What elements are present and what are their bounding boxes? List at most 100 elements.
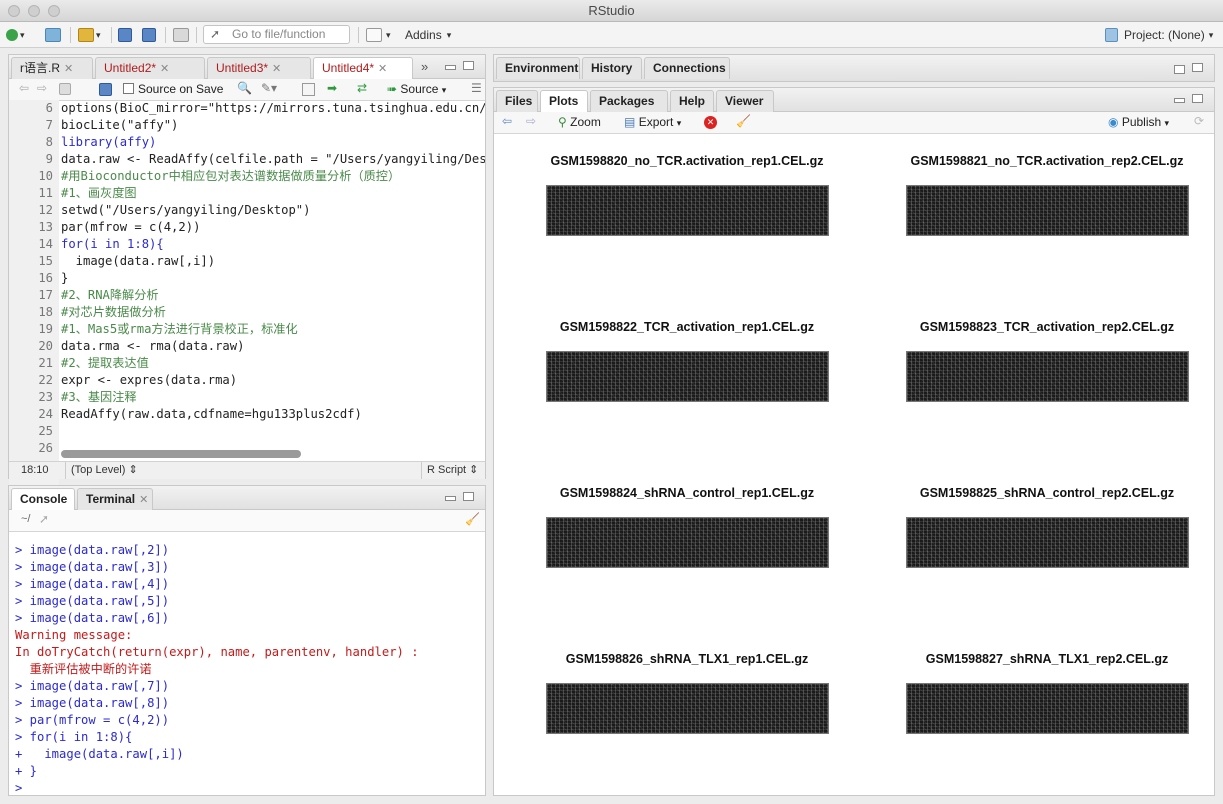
restore-pane-icon[interactable] — [1174, 65, 1185, 74]
filetype-selector[interactable]: R Script ⇕ — [427, 462, 478, 479]
back-arrow-icon[interactable]: ⇦ — [19, 81, 29, 95]
line-number: 16 — [38, 271, 53, 285]
code-text: library(affy) — [61, 135, 157, 149]
code-text: expr <- expres(data.rma) — [61, 373, 238, 387]
microarray-image — [546, 517, 829, 568]
maximize-pane-icon[interactable] — [1192, 63, 1203, 72]
tab-console[interactable]: Console — [11, 488, 75, 511]
console-output[interactable]: > image(data.raw[,2]) > image(data.raw[,3… — [9, 532, 485, 795]
console-line: > image(data.raw[,4]) — [15, 577, 170, 591]
code-text: #2、提取表达值 — [61, 356, 149, 370]
show-in-window-icon[interactable] — [59, 83, 71, 95]
goto-dir-icon[interactable]: ➚ — [39, 512, 49, 526]
console-line: > — [15, 781, 30, 795]
console-line: + } — [15, 764, 38, 778]
grid-layout-icon[interactable]: ▾ — [366, 26, 391, 44]
search-icon[interactable]: 🔍 — [237, 81, 252, 95]
publish-icon: ◉ — [1108, 115, 1119, 129]
plot-title: GSM1598826_shRNA_TLX1_rep1.CEL.gz — [565, 652, 809, 666]
addins-menu[interactable]: Addins ▾ — [405, 26, 451, 44]
code-editor[interactable]: 6 options(BioC_mirror="https://mirrors.tu… — [9, 100, 485, 500]
console-line: > image(data.raw[,6]) — [15, 611, 170, 625]
files-tabbar: Files Plots Packages Help Viewer — [494, 88, 1214, 113]
tab-packages[interactable]: Packages — [590, 90, 668, 112]
line-number: 8 — [45, 135, 53, 149]
project-menu[interactable]: Project: (None) ▾ — [1105, 26, 1213, 44]
save-file-icon[interactable] — [99, 83, 112, 96]
maximize-pane-icon[interactable] — [463, 61, 474, 70]
tab-files[interactable]: Files — [496, 90, 538, 112]
tab-untitled3[interactable]: Untitled3* ✕ — [207, 57, 311, 79]
environment-tabbar: Environment History Connections — [494, 55, 1214, 82]
plot-title: GSM1598823_TCR_activation_rep2.CEL.gz — [919, 320, 1175, 334]
export-button[interactable]: ▤ Export ▾ — [624, 115, 681, 129]
code-text: #对芯片数据做分析 — [61, 305, 166, 319]
tab-terminal[interactable]: Terminal ✕ — [77, 488, 153, 510]
minimize-window-button[interactable] — [28, 5, 40, 17]
minimize-pane-icon[interactable] — [1174, 98, 1185, 103]
zoom-icon: ⚲ — [558, 115, 567, 129]
refresh-icon[interactable]: ⟳ — [1194, 114, 1204, 128]
remove-plot-icon[interactable]: ✕ — [704, 116, 717, 129]
magic-wand-icon[interactable]: ✎▾ — [261, 81, 277, 95]
tab-plots[interactable]: Plots — [540, 90, 588, 113]
outline-icon[interactable]: ☰ — [471, 81, 482, 95]
horizontal-scrollbar[interactable] — [61, 450, 301, 458]
tab-untitled4[interactable]: Untitled4* ✕ — [313, 57, 413, 80]
close-window-button[interactable] — [8, 5, 20, 17]
line-number: 19 — [38, 322, 53, 336]
maximize-pane-icon[interactable] — [1192, 94, 1203, 103]
tab-untitled2[interactable]: Untitled2* ✕ — [95, 57, 205, 79]
plot-title: GSM1598820_no_TCR.activation_rep1.CEL.gz — [550, 154, 824, 168]
project-icon — [1105, 28, 1118, 42]
export-icon: ▤ — [624, 115, 636, 129]
next-plot-icon[interactable]: ⇨ — [526, 114, 536, 128]
tab-environment[interactable]: Environment — [496, 57, 580, 79]
run-icon[interactable]: ➡ — [327, 81, 337, 95]
close-tab-icon: ✕ — [139, 494, 149, 506]
tab-help[interactable]: Help — [670, 90, 714, 112]
code-text: #2、RNA降解分析 — [61, 288, 159, 302]
source-button[interactable]: ➠ Source ▾ — [387, 82, 446, 96]
go-to-file-input[interactable]: ➚ Go to file/function — [203, 25, 350, 44]
tab-connections[interactable]: Connections — [644, 57, 730, 79]
tab-r-script[interactable]: r语言.R ✕ — [11, 57, 93, 79]
line-number: 12 — [38, 203, 53, 217]
code-text: data.raw <- ReadAffy(celfile.path = "/Us… — [61, 152, 485, 166]
microarray-image — [906, 185, 1189, 236]
publish-button[interactable]: ◉ Publish ▾ — [1108, 115, 1169, 129]
save-icon[interactable] — [118, 26, 132, 44]
clear-plots-icon[interactable]: 🧹 — [736, 114, 751, 128]
new-project-icon[interactable] — [45, 26, 61, 44]
forward-arrow-icon[interactable]: ⇨ — [37, 81, 47, 95]
source-on-save-checkbox[interactable] — [123, 83, 134, 94]
tab-viewer[interactable]: Viewer — [716, 90, 774, 112]
minimize-pane-icon[interactable] — [445, 65, 456, 70]
previous-plot-icon[interactable]: ⇦ — [502, 114, 512, 128]
plot-canvas: GSM1598820_no_TCR.activation_rep1.CEL.gz… — [494, 134, 1214, 795]
zoom-button[interactable]: ⚲ Zoom — [558, 115, 601, 129]
zoom-window-button[interactable] — [48, 5, 60, 17]
clear-console-icon[interactable]: 🧹 — [465, 512, 480, 526]
close-tab-icon: ✕ — [272, 63, 282, 75]
line-number: 26 — [38, 441, 53, 455]
maximize-pane-icon[interactable] — [463, 492, 474, 501]
main-toolbar: ▾ ▾ ➚ Go to file/function ▾ Addins ▾ Proj… — [0, 22, 1223, 48]
line-number: 9 — [45, 152, 53, 166]
open-file-icon[interactable]: ▾ — [78, 26, 101, 44]
save-all-icon[interactable] — [142, 26, 156, 44]
tab-history[interactable]: History — [582, 57, 642, 79]
rerun-icon[interactable]: ⇄ — [357, 81, 367, 95]
console-tabbar: Console Terminal ✕ — [9, 486, 485, 511]
minimize-pane-icon[interactable] — [445, 496, 456, 501]
more-tabs-icon[interactable]: » — [421, 59, 428, 74]
plot-title: GSM1598821_no_TCR.activation_rep2.CEL.gz — [910, 154, 1184, 168]
compile-report-icon[interactable] — [302, 83, 315, 96]
print-icon[interactable] — [173, 26, 189, 44]
code-text: options(BioC_mirror="https://mirrors.tun… — [61, 101, 485, 115]
line-number: 21 — [38, 356, 53, 370]
console-line: In doTryCatch(return(expr), name, parent… — [15, 645, 419, 659]
plot-title: GSM1598825_shRNA_control_rep2.CEL.gz — [919, 486, 1175, 500]
new-file-icon[interactable]: ▾ — [6, 26, 25, 44]
scope-selector[interactable]: (Top Level) ⇕ — [71, 462, 138, 479]
